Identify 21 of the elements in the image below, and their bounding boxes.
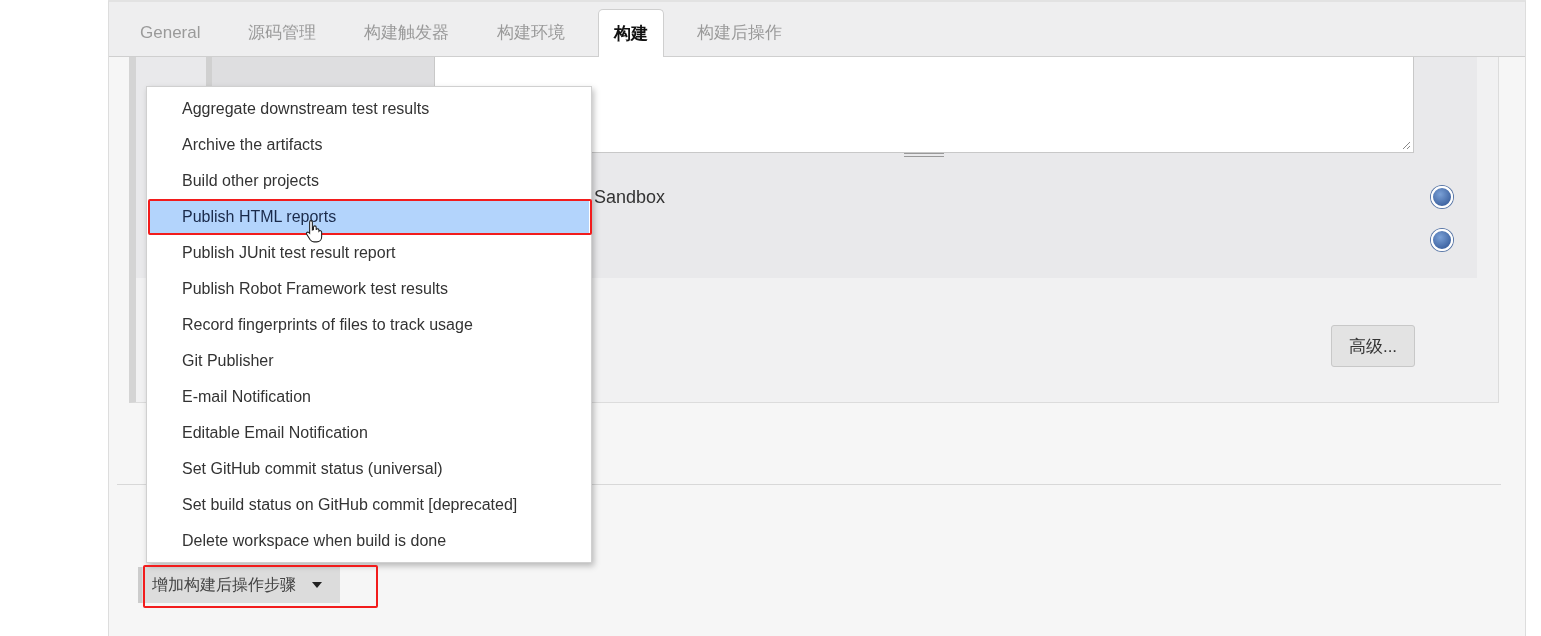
menu-item[interactable]: Set GitHub commit status (universal) [149,451,589,487]
help-icon[interactable] [1431,229,1453,251]
resize-grip-icon[interactable] [1401,140,1411,150]
menu-item[interactable]: Git Publisher [149,343,589,379]
drag-handle[interactable] [904,153,944,157]
add-post-build-step-button[interactable]: 增加构建后操作步骤 [138,567,340,603]
option-label: Sandbox [594,186,666,208]
advanced-button[interactable]: 高级... [1331,325,1415,367]
caret-icon [312,582,322,588]
help-icon[interactable] [1431,186,1453,208]
menu-item[interactable]: Record fingerprints of files to track usage [149,307,589,343]
menu-item[interactable]: Publish Robot Framework test results [149,271,589,307]
tab[interactable]: 构建 [598,9,665,57]
menu-item[interactable]: E-mail Notification [149,379,589,415]
menu-item[interactable]: Build other projects [149,163,589,199]
menu-item[interactable]: Publish JUnit test result report [149,235,589,271]
menu-item[interactable]: Aggregate downstream test results [149,91,589,127]
menu-item[interactable]: Editable Email Notification [149,415,589,451]
menu-item[interactable]: Archive the artifacts [149,127,589,163]
menu-item[interactable]: Delete workspace when build is done [149,523,589,559]
menu-item[interactable]: Set build status on GitHub commit [deprecated] [149,487,589,523]
